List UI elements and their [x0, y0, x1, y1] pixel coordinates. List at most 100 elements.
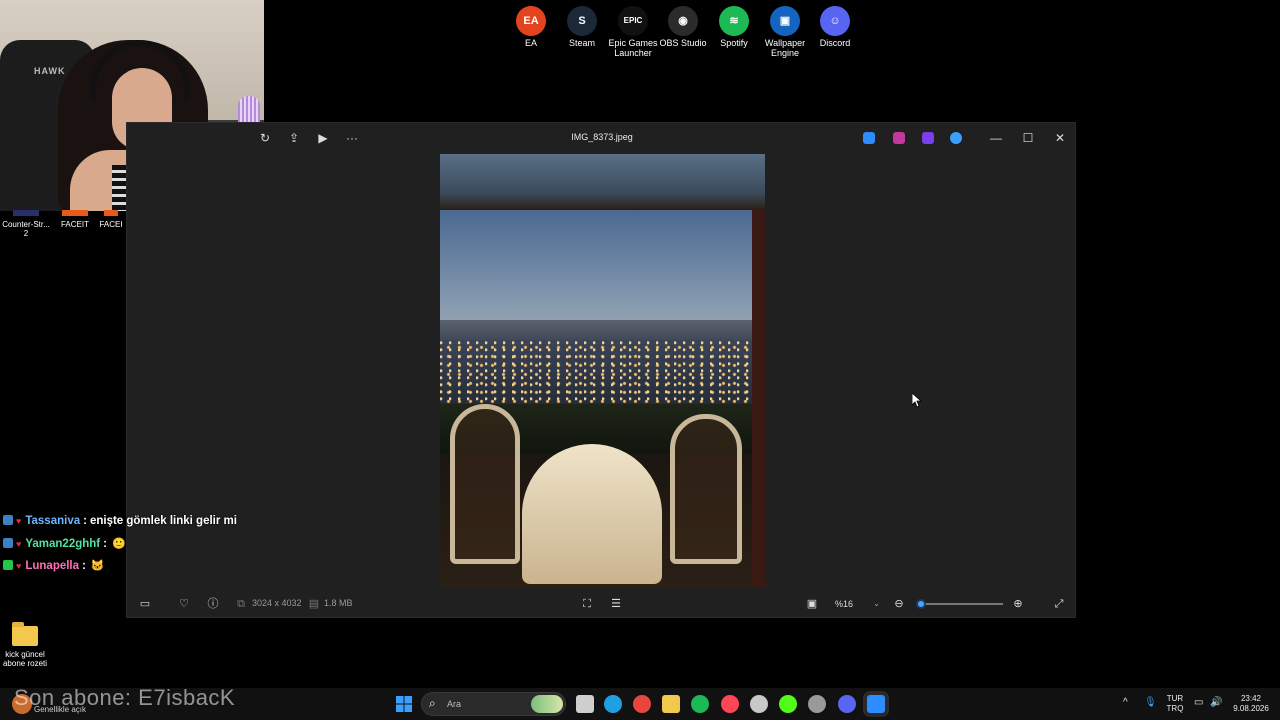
file-size: 1.8 MB	[324, 598, 353, 608]
discord-icon: ☺	[820, 6, 850, 36]
kick-icon[interactable]	[779, 695, 797, 713]
chrome-icon[interactable]	[633, 695, 651, 713]
desktop-icon-steam[interactable]: S Steam	[554, 2, 610, 48]
zoom-value: %16	[835, 599, 854, 609]
designer-icon[interactable]	[922, 132, 934, 144]
microphone-tray-icon[interactable]: 🎙	[1144, 698, 1157, 708]
photo-chair-right	[670, 414, 742, 564]
taskbar-search[interactable]: ⌕ Ara	[421, 692, 566, 716]
photo-viewer-image[interactable]	[440, 154, 765, 587]
edit-icon[interactable]: ☰	[609, 597, 623, 611]
minimize-button[interactable]: —	[986, 129, 1006, 147]
clock-time: 23:42	[1240, 694, 1262, 703]
zoom-out-icon[interactable]: ⊖	[892, 597, 906, 611]
wallpaper-engine-icon: ▣	[770, 6, 800, 36]
crop-icon[interactable]: ⛶	[580, 597, 594, 611]
steam-icon: S	[567, 6, 597, 36]
photo-table	[522, 444, 662, 584]
faceit-icon	[62, 210, 88, 216]
network-icon[interactable]: ▭	[1194, 698, 1203, 708]
heart-badge-icon: ♥	[16, 561, 22, 571]
chair-logo-text: HAWK	[34, 66, 66, 76]
zoom-slider-thumb[interactable]	[916, 599, 926, 609]
desktop-shortcut-counter-strike[interactable]: Counter-Str... 2	[0, 210, 52, 238]
zoom-dropdown[interactable]: %16 ⌄	[828, 595, 884, 613]
slideshow-icon[interactable]: ▶	[315, 130, 331, 146]
clock[interactable]: 23:42 9.08.2026	[1230, 694, 1272, 714]
onedrive-icon[interactable]	[950, 132, 962, 144]
language-bottom: TRQ	[1166, 704, 1184, 713]
photos-window: ↻ ⇪ ▶ ··· IMG_8373.jpeg — ☐ ✕ ▭ ♡ ⓘ ⧉ 30…	[126, 122, 1076, 618]
zoom-in-icon[interactable]: ⊕	[1011, 597, 1025, 611]
chat-username: Lunapella	[25, 560, 80, 572]
chat-username: Tassaniva	[25, 515, 81, 527]
valorant-icon[interactable]	[721, 695, 739, 713]
heart-badge-icon: ♥	[16, 539, 22, 549]
language-indicator[interactable]: TUR TRQ	[1165, 694, 1185, 714]
subscriber-badge-icon	[3, 515, 13, 525]
volume-icon[interactable]: 🔊	[1210, 698, 1222, 708]
discord-taskbar-icon[interactable]	[838, 695, 856, 713]
chat-emote: 🐱	[90, 560, 105, 572]
chat-separator: :	[83, 515, 87, 527]
language-top: TUR	[1166, 694, 1184, 703]
title-bar: ↻ ⇪ ▶ ··· IMG_8373.jpeg — ☐ ✕	[127, 123, 1075, 153]
close-button[interactable]: ✕	[1050, 129, 1070, 147]
photo-sky	[440, 210, 765, 330]
more-icon[interactable]: ···	[344, 130, 360, 146]
search-highlight-image	[531, 695, 563, 713]
subscriber-badge-icon	[3, 560, 13, 570]
info-icon[interactable]: ⓘ	[206, 597, 220, 611]
desktop-icon-obs-studio[interactable]: ◉ OBS Studio	[655, 2, 711, 48]
desktop-icon-wallpaper-engine[interactable]: ▣ Wallpaper Engine	[757, 2, 813, 58]
fullscreen-icon[interactable]: ⤢	[1052, 597, 1066, 611]
photo-city-lights	[440, 340, 765, 410]
desktop-icon-label: Steam	[568, 38, 595, 48]
share-icon[interactable]: ⇪	[286, 130, 302, 146]
photo-chair-left	[450, 404, 520, 564]
desktop-icon-label: EA	[524, 38, 537, 48]
desktop-icon-label: Wallpaper Engine	[764, 38, 806, 58]
rotate-icon[interactable]: ↻	[257, 130, 273, 146]
desktop-icon-epic-games-launcher[interactable]: EPIC Epic Games Launcher	[605, 2, 661, 58]
photo-pillar	[752, 210, 765, 587]
filmstrip-icon[interactable]: ▭	[138, 597, 152, 611]
chat-text: enişte gömlek linki gelir mi	[89, 515, 237, 527]
tray-chevron-icon[interactable]: ^	[1123, 698, 1128, 708]
shortcut-label: FACEI	[99, 220, 123, 229]
shortcut-label: Counter-Str... 2	[2, 220, 50, 238]
start-windows-icon[interactable]	[396, 696, 412, 712]
desktop-icon-spotify[interactable]: ≋ Spotify	[706, 2, 762, 48]
task-view-icon[interactable]	[576, 695, 594, 713]
shortcut-label: FACEIT	[60, 220, 89, 229]
desktop-icon-label: Epic Games Launcher	[608, 38, 658, 58]
obs-taskbar-icon[interactable]	[808, 695, 826, 713]
favorite-heart-icon[interactable]: ♡	[177, 597, 191, 611]
search-icon: ⌕	[429, 696, 436, 710]
actual-size-icon[interactable]: ▣	[805, 597, 819, 611]
image-dimensions: 3024 x 4032	[252, 598, 302, 608]
spotify-taskbar-icon[interactable]	[691, 695, 709, 713]
obs-studio-icon: ◉	[668, 6, 698, 36]
zoom-slider[interactable]	[916, 599, 1003, 609]
chat-message: ♥ Yaman22ghhf: 🙂	[3, 537, 126, 555]
desktop-icon-label: Spotify	[720, 38, 748, 48]
clipchamp-icon[interactable]	[893, 132, 905, 144]
photos-app-icon[interactable]	[863, 132, 875, 144]
desktop: EA EA S Steam EPIC Epic Games Launcher ◉ OBS St…	[0, 0, 1280, 720]
maximize-button[interactable]: ☐	[1018, 129, 1038, 147]
chevron-down-icon: ⌄	[873, 599, 880, 608]
file-size-icon: ▤	[308, 598, 320, 610]
photo-ceiling	[440, 154, 765, 210]
edge-icon[interactable]	[604, 695, 622, 713]
steam-taskbar-icon[interactable]	[750, 695, 768, 713]
desktop-folder-kick[interactable]: kick güncel abone rozeti	[0, 622, 50, 668]
desktop-icon-discord[interactable]: ☺ Discord	[807, 2, 863, 48]
photos-taskbar-icon[interactable]	[867, 695, 885, 713]
mouse-cursor-icon	[911, 392, 923, 413]
desktop-icon-label: Discord	[819, 38, 851, 48]
desktop-shortcut-faceit-2[interactable]: FACEI	[94, 210, 128, 229]
file-explorer-icon[interactable]	[662, 695, 680, 713]
desktop-icon-ea[interactable]: EA EA	[503, 2, 559, 48]
photo-hills	[440, 320, 765, 342]
